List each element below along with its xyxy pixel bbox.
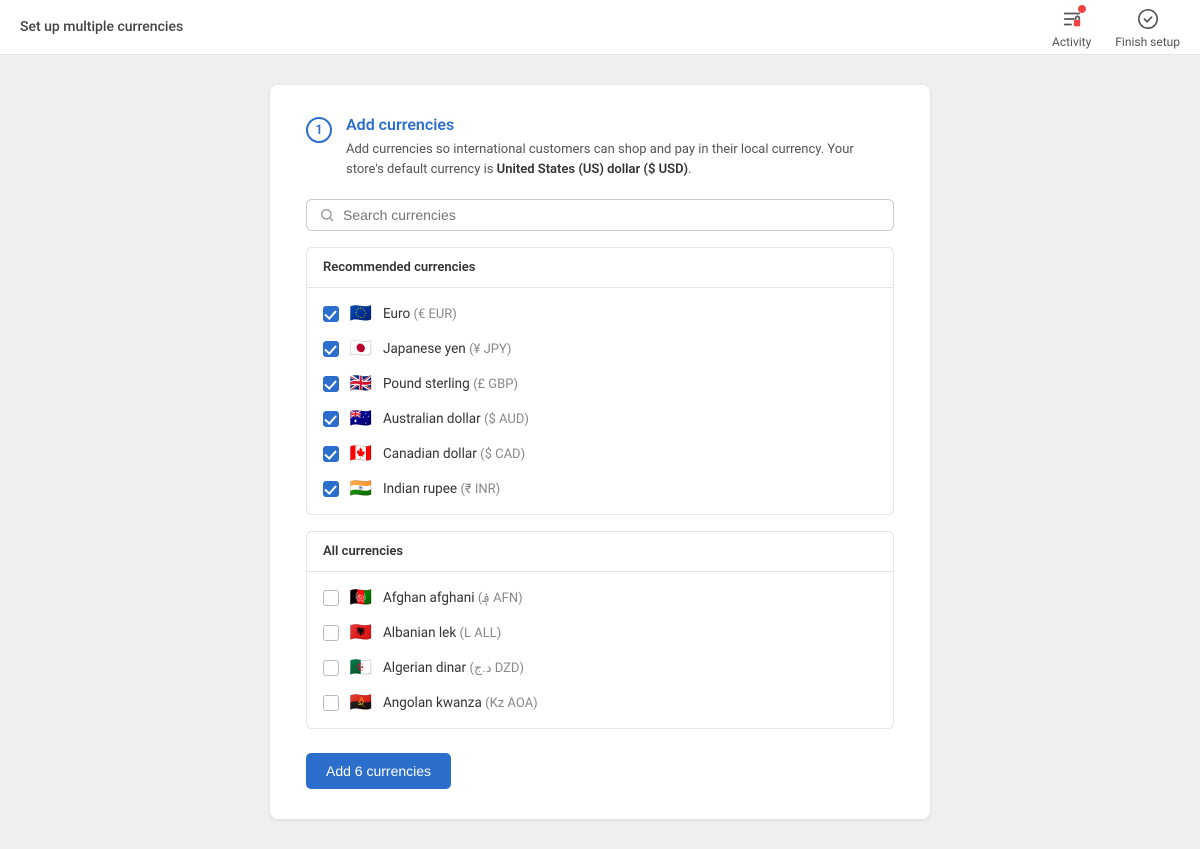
currency-code: ($ CAD): [480, 447, 525, 462]
finish-setup-icon: [1137, 8, 1159, 30]
topbar: Set up multiple currencies Activity: [0, 0, 1200, 55]
all-currency-item: 🇦🇫 Afghan afghani (؋ AFN): [307, 580, 893, 615]
currency-checkbox[interactable]: [323, 446, 339, 462]
currency-name: Australian dollar ($ AUD): [383, 411, 529, 427]
recommended-section-header: Recommended currencies: [307, 248, 893, 288]
currency-flag: 🇨🇦: [349, 443, 373, 464]
all-currencies-section: All currencies 🇦🇫 Afghan afghani (؋ AFN)…: [306, 531, 894, 729]
search-bar[interactable]: [306, 199, 894, 231]
currency-flag: 🇦🇺: [349, 408, 373, 429]
currency-name: Afghan afghani (؋ AFN): [383, 590, 523, 606]
currency-flag: 🇦🇱: [349, 622, 373, 643]
currency-checkbox[interactable]: [323, 590, 339, 606]
currency-code: (£ GBP): [473, 377, 518, 392]
currency-flag: 🇦🇫: [349, 587, 373, 608]
currency-flag: 🇮🇳: [349, 478, 373, 499]
card-header: 1 Add currencies Add currencies so inter…: [306, 115, 894, 179]
recommended-section: Recommended currencies 🇪🇺 Euro (€ EUR) 🇯…: [306, 247, 894, 515]
description-text-2: .: [688, 162, 691, 177]
currency-code: ($ AUD): [484, 412, 529, 427]
currency-code: (₹ INR): [460, 482, 500, 497]
currency-checkbox[interactable]: [323, 481, 339, 497]
default-currency-text: United States (US) dollar ($ USD): [497, 162, 688, 177]
currency-name: Angolan kwanza (Kz AOA): [383, 695, 538, 711]
recommended-currency-item: 🇯🇵 Japanese yen (¥ JPY): [307, 331, 893, 366]
currency-name: Canadian dollar ($ CAD): [383, 446, 525, 462]
finish-setup-button[interactable]: Finish setup: [1115, 5, 1180, 49]
finish-icon-wrap: [1134, 5, 1162, 33]
search-icon: [319, 207, 335, 223]
all-currency-item: 🇦🇱 Albanian lek (L ALL): [307, 615, 893, 650]
step-indicator: 1: [306, 117, 332, 143]
currency-checkbox[interactable]: [323, 660, 339, 676]
recommended-currency-item: 🇮🇳 Indian rupee (₹ INR): [307, 471, 893, 506]
finish-label: Finish setup: [1115, 35, 1180, 49]
main-content: 1 Add currencies Add currencies so inter…: [0, 55, 1200, 849]
currency-name: Indian rupee (₹ INR): [383, 481, 500, 497]
all-currency-item: 🇩🇿 Algerian dinar (د.ج DZD): [307, 650, 893, 685]
card-header-content: Add currencies Add currencies so interna…: [346, 115, 894, 179]
currency-checkbox[interactable]: [323, 306, 339, 322]
currency-code: (د.ج DZD): [469, 661, 524, 676]
setup-card: 1 Add currencies Add currencies so inter…: [270, 85, 930, 819]
recommended-currency-list: 🇪🇺 Euro (€ EUR) 🇯🇵 Japanese yen (¥ JPY) …: [307, 288, 893, 514]
currency-code: (L ALL): [460, 626, 502, 641]
card-heading: Add currencies: [346, 115, 894, 134]
currency-name: Japanese yen (¥ JPY): [383, 341, 511, 357]
all-section-header: All currencies: [307, 532, 893, 572]
topbar-actions: Activity Finish setup: [1052, 5, 1180, 49]
currency-code: (€ EUR): [414, 307, 457, 322]
page-title: Set up multiple currencies: [20, 19, 183, 35]
currency-code: (؋ AFN): [478, 591, 523, 606]
currency-code: (¥ JPY): [469, 342, 511, 357]
currency-name: Pound sterling (£ GBP): [383, 376, 518, 392]
currency-flag: 🇪🇺: [349, 303, 373, 324]
currency-checkbox[interactable]: [323, 341, 339, 357]
currency-checkbox[interactable]: [323, 625, 339, 641]
activity-icon-wrap: [1058, 5, 1086, 33]
search-input[interactable]: [343, 207, 881, 223]
currency-checkbox[interactable]: [323, 376, 339, 392]
card-description: Add currencies so international customer…: [346, 140, 894, 179]
all-currency-list: 🇦🇫 Afghan afghani (؋ AFN) 🇦🇱 Albanian le…: [307, 572, 893, 728]
currency-checkbox[interactable]: [323, 695, 339, 711]
currency-name: Algerian dinar (د.ج DZD): [383, 660, 524, 676]
currency-flag: 🇩🇿: [349, 657, 373, 678]
all-currency-item: 🇦🇴 Angolan kwanza (Kz AOA): [307, 685, 893, 720]
currency-flag: 🇦🇴: [349, 692, 373, 713]
currency-flag: 🇯🇵: [349, 338, 373, 359]
currency-flag: 🇬🇧: [349, 373, 373, 394]
recommended-currency-item: 🇬🇧 Pound sterling (£ GBP): [307, 366, 893, 401]
currency-checkbox[interactable]: [323, 411, 339, 427]
recommended-currency-item: 🇦🇺 Australian dollar ($ AUD): [307, 401, 893, 436]
activity-button[interactable]: Activity: [1052, 5, 1091, 49]
add-currencies-button[interactable]: Add 6 currencies: [306, 753, 451, 789]
activity-badge: [1078, 5, 1086, 13]
recommended-currency-item: 🇨🇦 Canadian dollar ($ CAD): [307, 436, 893, 471]
recommended-currency-item: 🇪🇺 Euro (€ EUR): [307, 296, 893, 331]
currency-name: Euro (€ EUR): [383, 306, 457, 322]
currency-code: (Kz AOA): [485, 696, 538, 711]
currency-name: Albanian lek (L ALL): [383, 625, 501, 641]
activity-label: Activity: [1052, 35, 1091, 49]
